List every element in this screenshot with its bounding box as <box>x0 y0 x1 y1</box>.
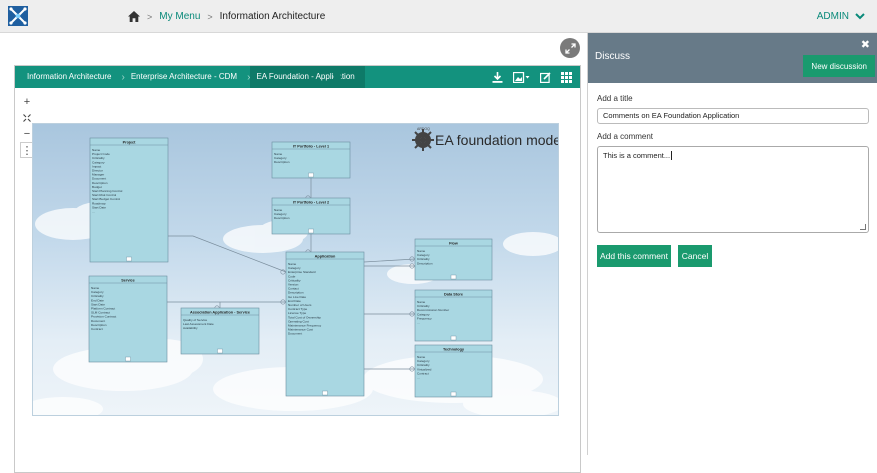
discuss-panel: Discuss ✖ New discussion Add a title Com… <box>587 33 877 455</box>
entity-title: Service <box>121 278 135 282</box>
entity-flow[interactable]: FlowNameCategoryCriticalityDescription <box>414 238 493 281</box>
user-label[interactable]: ADMIN <box>817 11 849 22</box>
entity-expand-toggle[interactable] <box>217 348 223 354</box>
entity-field: Contract <box>91 327 103 331</box>
entity-field: Availability <box>183 326 198 330</box>
comment-textarea[interactable]: This is a comment... <box>597 146 869 233</box>
diagram-link <box>363 258 416 263</box>
panel-title: Discuss <box>595 51 631 62</box>
image-export-icon[interactable] <box>513 71 530 83</box>
brand-text: EA foundation model <box>435 132 559 148</box>
breadcrumb: > My Menu > Information Architecture <box>128 0 325 33</box>
entity-title: IT Portfolio - Level 1 <box>293 144 329 148</box>
entity-field: Description <box>274 160 290 164</box>
ea-diagram: ProjectNameProject CodeCriticalityCatego… <box>33 127 559 415</box>
fit-icon <box>23 114 31 122</box>
home-icon[interactable] <box>128 11 140 22</box>
add-comment-label: Add a comment <box>597 132 654 141</box>
viewer-crumb-information-architecture[interactable]: Information Architecture <box>21 66 121 88</box>
entity-expand-toggle[interactable] <box>322 390 328 396</box>
entity-expand-toggle[interactable] <box>450 391 457 397</box>
zoom-in-button[interactable]: + <box>20 94 34 110</box>
entity-application[interactable]: ApplicationNameCategoryEnterprise Standa… <box>285 251 365 397</box>
viewer-breadcrumb: Information Architecture › Enterprise Ar… <box>15 66 365 88</box>
close-icon[interactable]: ✖ <box>861 38 870 51</box>
entity-project[interactable]: ProjectNameProject CodeCriticalityCatego… <box>89 137 169 263</box>
viewer-crumb-ea-foundation[interactable]: EA Foundation - Application <box>250 66 365 88</box>
entity-field: Description <box>274 216 290 220</box>
entity-title: Application <box>315 254 336 258</box>
entity-it-portfolio-level-1[interactable]: IT Portfolio - Level 1NameCategoryDescri… <box>271 141 351 179</box>
top-navigation-bar: > My Menu > Information Architecture ADM… <box>0 0 877 33</box>
entity-expand-toggle[interactable] <box>308 172 314 178</box>
link-end-marker <box>280 269 286 275</box>
crumb-arrow <box>334 66 342 88</box>
entity-expand-toggle[interactable] <box>450 274 457 280</box>
entity-field: ... <box>417 376 420 380</box>
entity-field: ... <box>417 321 420 325</box>
diagram-viewer: Information Architecture › Enterprise Ar… <box>14 65 581 473</box>
new-discussion-button[interactable]: New discussion <box>803 55 875 77</box>
entity-title: Project <box>123 140 137 144</box>
entity-title: IT Portfolio - Level 2 <box>293 200 329 204</box>
entity-field: ... <box>92 210 95 214</box>
entity-association-application-service[interactable]: Association Application - ServiceQuality… <box>180 307 260 355</box>
entity-data-store[interactable]: Data StoreNameCriticalityDecommission Nu… <box>414 289 493 342</box>
main-content: Information Architecture › Enterprise Ar… <box>0 33 587 473</box>
diagram-entities: ProjectNameProject CodeCriticalityCatego… <box>88 137 493 398</box>
entity-it-portfolio-level-2[interactable]: IT Portfolio - Level 2NameCategoryDescri… <box>271 197 351 235</box>
cancel-button[interactable]: Cancel <box>678 245 712 267</box>
app-logo-icon[interactable] <box>8 6 28 26</box>
expand-icon <box>564 42 576 54</box>
entity-expand-toggle[interactable] <box>450 335 457 341</box>
entity-field: Description <box>417 261 433 265</box>
entity-service[interactable]: ServiceNameCategoryCriticalityEnd DateSt… <box>88 275 168 363</box>
viewer-tools <box>492 66 572 88</box>
expand-button[interactable] <box>560 38 580 58</box>
brand-small-text: ARDOQ <box>417 127 430 131</box>
entity-expand-toggle[interactable] <box>125 356 131 362</box>
entity-field: Document <box>288 332 302 336</box>
chevron-down-icon[interactable] <box>855 13 865 20</box>
viewer-toolbar: Information Architecture › Enterprise Ar… <box>15 66 580 88</box>
viewer-crumb-enterprise-architecture[interactable]: Enterprise Architecture - CDM <box>125 66 247 88</box>
add-title-label: Add a title <box>597 94 633 103</box>
comment-text: This is a comment... <box>603 151 671 160</box>
grid-icon[interactable] <box>561 71 572 83</box>
entity-title: Data Store <box>444 292 463 296</box>
entity-title: Association Application - Service <box>190 310 250 314</box>
entity-title: Flow <box>449 241 458 245</box>
breadcrumb-current: Information Architecture <box>219 11 326 22</box>
entity-expand-toggle[interactable] <box>308 228 314 234</box>
discuss-panel-header: Discuss ✖ New discussion <box>588 33 877 83</box>
resize-handle[interactable] <box>860 224 866 230</box>
title-input[interactable]: Comments on EA Foundation Application <box>597 108 869 124</box>
breadcrumb-my-menu[interactable]: My Menu <box>159 11 200 22</box>
entity-title: Technology <box>443 347 465 351</box>
brand-logo: ARDOQ EA foundation model <box>412 127 559 151</box>
entity-technology[interactable]: TechnologyNameCategoryCriticalityVirtual… <box>414 344 493 398</box>
text-caret <box>671 151 673 160</box>
download-icon[interactable] <box>492 71 503 83</box>
add-comment-button[interactable]: Add this comment <box>597 245 671 267</box>
breadcrumb-separator: > <box>207 11 213 22</box>
entity-expand-toggle[interactable] <box>126 256 132 262</box>
user-menu[interactable]: ADMIN <box>817 0 865 33</box>
edit-icon[interactable] <box>540 71 551 83</box>
diagram-canvas[interactable]: Project Name Project Code Criticality Catego… <box>32 123 559 416</box>
breadcrumb-separator: > <box>147 11 153 22</box>
